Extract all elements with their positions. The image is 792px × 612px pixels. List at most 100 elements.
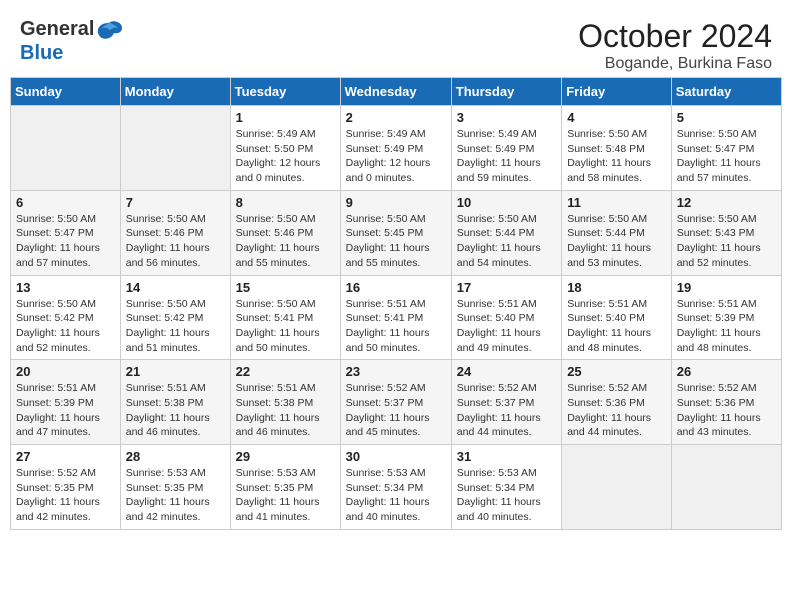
logo-bird-icon: [96, 20, 124, 42]
cell-details: Sunrise: 5:50 AMSunset: 5:42 PMDaylight:…: [16, 297, 115, 356]
day-number: 6: [16, 195, 115, 210]
day-number: 19: [677, 280, 776, 295]
calendar-cell: 6 Sunrise: 5:50 AMSunset: 5:47 PMDayligh…: [11, 190, 121, 275]
cell-details: Sunrise: 5:50 AMSunset: 5:45 PMDaylight:…: [346, 212, 446, 271]
cell-details: Sunrise: 5:52 AMSunset: 5:37 PMDaylight:…: [457, 381, 556, 440]
day-number: 1: [236, 110, 335, 125]
day-number: 7: [126, 195, 225, 210]
calendar-cell: [120, 106, 230, 191]
cell-details: Sunrise: 5:52 AMSunset: 5:35 PMDaylight:…: [16, 466, 115, 525]
day-number: 22: [236, 364, 335, 379]
cell-details: Sunrise: 5:50 AMSunset: 5:43 PMDaylight:…: [677, 212, 776, 271]
cell-details: Sunrise: 5:50 AMSunset: 5:48 PMDaylight:…: [567, 127, 666, 186]
day-number: 30: [346, 449, 446, 464]
calendar-cell: [671, 445, 781, 530]
cell-details: Sunrise: 5:51 AMSunset: 5:38 PMDaylight:…: [236, 381, 335, 440]
cell-details: Sunrise: 5:50 AMSunset: 5:46 PMDaylight:…: [236, 212, 335, 271]
calendar-cell: 25 Sunrise: 5:52 AMSunset: 5:36 PMDaylig…: [562, 360, 672, 445]
calendar-cell: 9 Sunrise: 5:50 AMSunset: 5:45 PMDayligh…: [340, 190, 451, 275]
day-number: 29: [236, 449, 335, 464]
calendar-cell: 24 Sunrise: 5:52 AMSunset: 5:37 PMDaylig…: [451, 360, 561, 445]
cell-details: Sunrise: 5:52 AMSunset: 5:36 PMDaylight:…: [677, 381, 776, 440]
calendar-cell: 16 Sunrise: 5:51 AMSunset: 5:41 PMDaylig…: [340, 275, 451, 360]
logo-blue: Blue: [20, 42, 63, 64]
calendar-cell: 5 Sunrise: 5:50 AMSunset: 5:47 PMDayligh…: [671, 106, 781, 191]
calendar-cell: 20 Sunrise: 5:51 AMSunset: 5:39 PMDaylig…: [11, 360, 121, 445]
day-number: 5: [677, 110, 776, 125]
calendar-cell: 29 Sunrise: 5:53 AMSunset: 5:35 PMDaylig…: [230, 445, 340, 530]
cell-details: Sunrise: 5:52 AMSunset: 5:36 PMDaylight:…: [567, 381, 666, 440]
calendar-cell: 26 Sunrise: 5:52 AMSunset: 5:36 PMDaylig…: [671, 360, 781, 445]
day-header-sunday: Sunday: [11, 78, 121, 106]
cell-details: Sunrise: 5:53 AMSunset: 5:34 PMDaylight:…: [457, 466, 556, 525]
day-number: 26: [677, 364, 776, 379]
calendar-week-row: 27 Sunrise: 5:52 AMSunset: 5:35 PMDaylig…: [11, 445, 782, 530]
cell-details: Sunrise: 5:51 AMSunset: 5:39 PMDaylight:…: [677, 297, 776, 356]
cell-details: Sunrise: 5:51 AMSunset: 5:39 PMDaylight:…: [16, 381, 115, 440]
day-header-wednesday: Wednesday: [340, 78, 451, 106]
day-number: 17: [457, 280, 556, 295]
day-number: 8: [236, 195, 335, 210]
cell-details: Sunrise: 5:50 AMSunset: 5:41 PMDaylight:…: [236, 297, 335, 356]
cell-details: Sunrise: 5:49 AMSunset: 5:49 PMDaylight:…: [457, 127, 556, 186]
day-number: 21: [126, 364, 225, 379]
day-number: 9: [346, 195, 446, 210]
day-number: 23: [346, 364, 446, 379]
cell-details: Sunrise: 5:50 AMSunset: 5:44 PMDaylight:…: [567, 212, 666, 271]
calendar-week-row: 13 Sunrise: 5:50 AMSunset: 5:42 PMDaylig…: [11, 275, 782, 360]
calendar-cell: 8 Sunrise: 5:50 AMSunset: 5:46 PMDayligh…: [230, 190, 340, 275]
day-number: 25: [567, 364, 666, 379]
calendar-cell: 27 Sunrise: 5:52 AMSunset: 5:35 PMDaylig…: [11, 445, 121, 530]
calendar-week-row: 1 Sunrise: 5:49 AMSunset: 5:50 PMDayligh…: [11, 106, 782, 191]
cell-details: Sunrise: 5:53 AMSunset: 5:35 PMDaylight:…: [126, 466, 225, 525]
cell-details: Sunrise: 5:53 AMSunset: 5:34 PMDaylight:…: [346, 466, 446, 525]
calendar-table: SundayMondayTuesdayWednesdayThursdayFrid…: [10, 77, 782, 530]
calendar-week-row: 6 Sunrise: 5:50 AMSunset: 5:47 PMDayligh…: [11, 190, 782, 275]
calendar-cell: 21 Sunrise: 5:51 AMSunset: 5:38 PMDaylig…: [120, 360, 230, 445]
calendar-cell: 15 Sunrise: 5:50 AMSunset: 5:41 PMDaylig…: [230, 275, 340, 360]
day-header-thursday: Thursday: [451, 78, 561, 106]
calendar-cell: 10 Sunrise: 5:50 AMSunset: 5:44 PMDaylig…: [451, 190, 561, 275]
cell-details: Sunrise: 5:51 AMSunset: 5:40 PMDaylight:…: [567, 297, 666, 356]
calendar-cell: 3 Sunrise: 5:49 AMSunset: 5:49 PMDayligh…: [451, 106, 561, 191]
day-header-monday: Monday: [120, 78, 230, 106]
cell-details: Sunrise: 5:51 AMSunset: 5:38 PMDaylight:…: [126, 381, 225, 440]
day-number: 4: [567, 110, 666, 125]
calendar-cell: 31 Sunrise: 5:53 AMSunset: 5:34 PMDaylig…: [451, 445, 561, 530]
calendar-cell: 4 Sunrise: 5:50 AMSunset: 5:48 PMDayligh…: [562, 106, 672, 191]
cell-details: Sunrise: 5:50 AMSunset: 5:46 PMDaylight:…: [126, 212, 225, 271]
day-number: 3: [457, 110, 556, 125]
calendar-cell: 30 Sunrise: 5:53 AMSunset: 5:34 PMDaylig…: [340, 445, 451, 530]
day-number: 11: [567, 195, 666, 210]
day-header-saturday: Saturday: [671, 78, 781, 106]
calendar-header-row: SundayMondayTuesdayWednesdayThursdayFrid…: [11, 78, 782, 106]
page-header: General Blue October 2024 Bogande, Burki…: [10, 10, 782, 77]
day-number: 20: [16, 364, 115, 379]
cell-details: Sunrise: 5:50 AMSunset: 5:44 PMDaylight:…: [457, 212, 556, 271]
cell-details: Sunrise: 5:49 AMSunset: 5:49 PMDaylight:…: [346, 127, 446, 186]
day-number: 24: [457, 364, 556, 379]
day-number: 16: [346, 280, 446, 295]
calendar-cell: [562, 445, 672, 530]
day-number: 15: [236, 280, 335, 295]
calendar-cell: 22 Sunrise: 5:51 AMSunset: 5:38 PMDaylig…: [230, 360, 340, 445]
location-subtitle: Bogande, Burkina Faso: [578, 55, 772, 73]
calendar-cell: 1 Sunrise: 5:49 AMSunset: 5:50 PMDayligh…: [230, 106, 340, 191]
day-number: 28: [126, 449, 225, 464]
day-number: 10: [457, 195, 556, 210]
calendar-cell: 12 Sunrise: 5:50 AMSunset: 5:43 PMDaylig…: [671, 190, 781, 275]
calendar-cell: 11 Sunrise: 5:50 AMSunset: 5:44 PMDaylig…: [562, 190, 672, 275]
day-number: 31: [457, 449, 556, 464]
calendar-week-row: 20 Sunrise: 5:51 AMSunset: 5:39 PMDaylig…: [11, 360, 782, 445]
day-number: 13: [16, 280, 115, 295]
day-number: 18: [567, 280, 666, 295]
calendar-cell: 13 Sunrise: 5:50 AMSunset: 5:42 PMDaylig…: [11, 275, 121, 360]
calendar-cell: 2 Sunrise: 5:49 AMSunset: 5:49 PMDayligh…: [340, 106, 451, 191]
calendar-cell: 28 Sunrise: 5:53 AMSunset: 5:35 PMDaylig…: [120, 445, 230, 530]
cell-details: Sunrise: 5:52 AMSunset: 5:37 PMDaylight:…: [346, 381, 446, 440]
calendar-cell: 14 Sunrise: 5:50 AMSunset: 5:42 PMDaylig…: [120, 275, 230, 360]
cell-details: Sunrise: 5:51 AMSunset: 5:40 PMDaylight:…: [457, 297, 556, 356]
cell-details: Sunrise: 5:53 AMSunset: 5:35 PMDaylight:…: [236, 466, 335, 525]
logo-general: General: [20, 18, 94, 40]
calendar-cell: 17 Sunrise: 5:51 AMSunset: 5:40 PMDaylig…: [451, 275, 561, 360]
